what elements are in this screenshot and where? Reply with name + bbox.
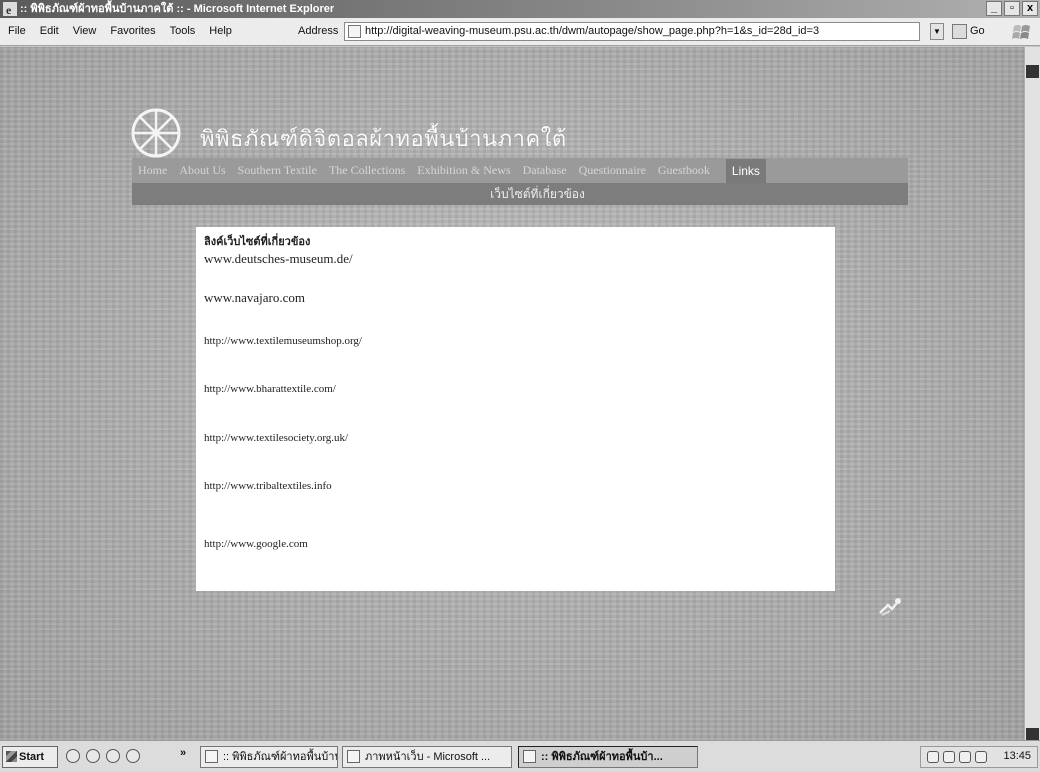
main-navigation: Home About Us Southern Textile The Colle…	[132, 158, 908, 183]
link-navajaro[interactable]: www.navajaro.com	[204, 290, 305, 306]
nav-about-us[interactable]: About Us	[179, 163, 225, 178]
close-button[interactable]: x	[1022, 1, 1038, 16]
nav-questionnaire[interactable]: Questionnaire	[579, 163, 646, 178]
section-subtitle: เว็บไซต์ที่เกี่ยวข้อง	[490, 187, 585, 201]
network-tray-icon[interactable]	[927, 751, 939, 763]
panel-heading: ลิงค์เว็บไซต์ที่เกี่ยวข้อง	[204, 235, 311, 248]
word-document-icon	[347, 750, 360, 763]
address-input[interactable]: http://digital-weaving-museum.psu.ac.th/…	[344, 22, 920, 41]
vertical-scrollbar[interactable]	[1024, 47, 1040, 741]
nav-exhibition-news[interactable]: Exhibition & News	[417, 163, 510, 178]
link-deutsches-museum[interactable]: www.deutsches-museum.de/	[204, 251, 353, 267]
media-quicklaunch-icon[interactable]	[106, 749, 120, 763]
address-url: http://digital-weaving-museum.psu.ac.th/…	[365, 25, 820, 37]
address-label: Address	[298, 25, 339, 37]
go-button[interactable]: Go	[950, 22, 998, 41]
site-title: พิพิธภัณฑ์ดิจิตอลผ้าทอพื้นบ้านภาคใต้	[200, 127, 567, 152]
menu-edit[interactable]: Edit	[40, 25, 59, 37]
nav-guestbook[interactable]: Guestbook	[658, 163, 710, 178]
nav-southern-textile[interactable]: Southern Textile	[238, 163, 317, 178]
menu-file[interactable]: File	[8, 25, 26, 37]
address-dropdown-button[interactable]: ▼	[930, 23, 944, 40]
ie-page-icon	[523, 750, 536, 763]
section-subtitle-bar: เว็บไซต์ที่เกี่ยวข้อง	[132, 183, 908, 205]
menu-tools[interactable]: Tools	[170, 25, 196, 37]
links-panel: ลิงค์เว็บไซต์ที่เกี่ยวข้อง www.deutsches…	[196, 227, 835, 591]
link-tribal-textiles[interactable]: http://www.tribaltextiles.info	[204, 480, 332, 492]
clock: 13:45	[1003, 750, 1031, 762]
taskbar-item-label: :: พิพิธภัณฑ์ผ้าทอพื้นบ้าน...	[223, 751, 337, 763]
page-viewport[interactable]: พิพิธภัณฑ์ดิจิตอลผ้าทอพื้นบ้านภาคใต้ Hom…	[0, 47, 1024, 740]
designer-logo-icon	[879, 598, 901, 616]
windows-logo-icon	[1012, 25, 1030, 39]
link-google[interactable]: http://www.google.com	[204, 538, 308, 550]
desktop-quicklaunch-icon[interactable]	[86, 749, 100, 763]
svg-text:e: e	[6, 3, 12, 16]
nav-the-collections[interactable]: The Collections	[329, 163, 405, 178]
link-bharat-textile[interactable]: http://www.bharattextile.com/	[204, 383, 336, 395]
security-tray-icon[interactable]	[943, 751, 955, 763]
taskbar-item-label: ภาพหน้าเว็บ - Microsoft ...	[365, 751, 491, 763]
start-label: Start	[19, 751, 45, 763]
volume-tray-icon[interactable]	[975, 751, 987, 763]
minimize-button[interactable]: _	[986, 1, 1002, 16]
antivirus-tray-icon[interactable]	[959, 751, 971, 763]
nav-home[interactable]: Home	[138, 163, 167, 178]
taskbar-item-museum-active[interactable]: :: พิพิธภัณฑ์ผ้าทอพื้นบ้า...	[518, 746, 698, 768]
taskbar: Start » :: พิพิธภัณฑ์ผ้าทอพื้นบ้าน... ภา…	[0, 740, 1040, 772]
ie-quicklaunch-icon[interactable]	[66, 749, 80, 763]
go-arrow-icon	[952, 24, 967, 39]
taskbar-item-word[interactable]: ภาพหน้าเว็บ - Microsoft ...	[342, 746, 512, 768]
site-logo-icon	[131, 108, 181, 158]
ie-page-icon	[205, 750, 218, 763]
scroll-up-button[interactable]	[1026, 65, 1039, 78]
title-bar: e :: พิพิธภัณฑ์ผ้าทอพื้นบ้านภาคใต้ :: - …	[0, 0, 1040, 18]
browser-window: e :: พิพิธภัณฑ์ผ้าทอพื้นบ้านภาคใต้ :: - …	[0, 0, 1040, 772]
start-button[interactable]: Start	[2, 746, 58, 768]
menu-bar: File Edit View Favorites Tools Help	[8, 25, 232, 37]
quicklaunch-chevron[interactable]: »	[180, 747, 186, 759]
menu-view[interactable]: View	[73, 25, 97, 37]
page-icon	[348, 25, 361, 38]
link-textile-museum-shop[interactable]: http://www.textilemuseumshop.org/	[204, 335, 362, 347]
menu-help[interactable]: Help	[209, 25, 232, 37]
windows-flag-icon	[6, 751, 17, 762]
system-tray: 13:45	[920, 746, 1038, 768]
quick-launch	[66, 749, 140, 763]
go-label: Go	[970, 25, 985, 37]
menu-favorites[interactable]: Favorites	[110, 25, 155, 37]
taskbar-item-label: :: พิพิธภัณฑ์ผ้าทอพื้นบ้า...	[541, 751, 663, 763]
maximize-button[interactable]: ▫	[1004, 1, 1020, 16]
window-title: :: พิพิธภัณฑ์ผ้าทอพื้นบ้านภาคใต้ :: - Mi…	[20, 3, 335, 15]
nav-database[interactable]: Database	[523, 163, 567, 178]
browser-toolbar: File Edit View Favorites Tools Help Addr…	[0, 18, 1040, 46]
internet-explorer-icon: e	[3, 2, 17, 16]
messenger-quicklaunch-icon[interactable]	[126, 749, 140, 763]
link-textile-society[interactable]: http://www.textilesociety.org.uk/	[204, 432, 348, 444]
taskbar-item-museum[interactable]: :: พิพิธภัณฑ์ผ้าทอพื้นบ้าน...	[200, 746, 338, 768]
nav-links[interactable]: Links	[725, 158, 766, 183]
